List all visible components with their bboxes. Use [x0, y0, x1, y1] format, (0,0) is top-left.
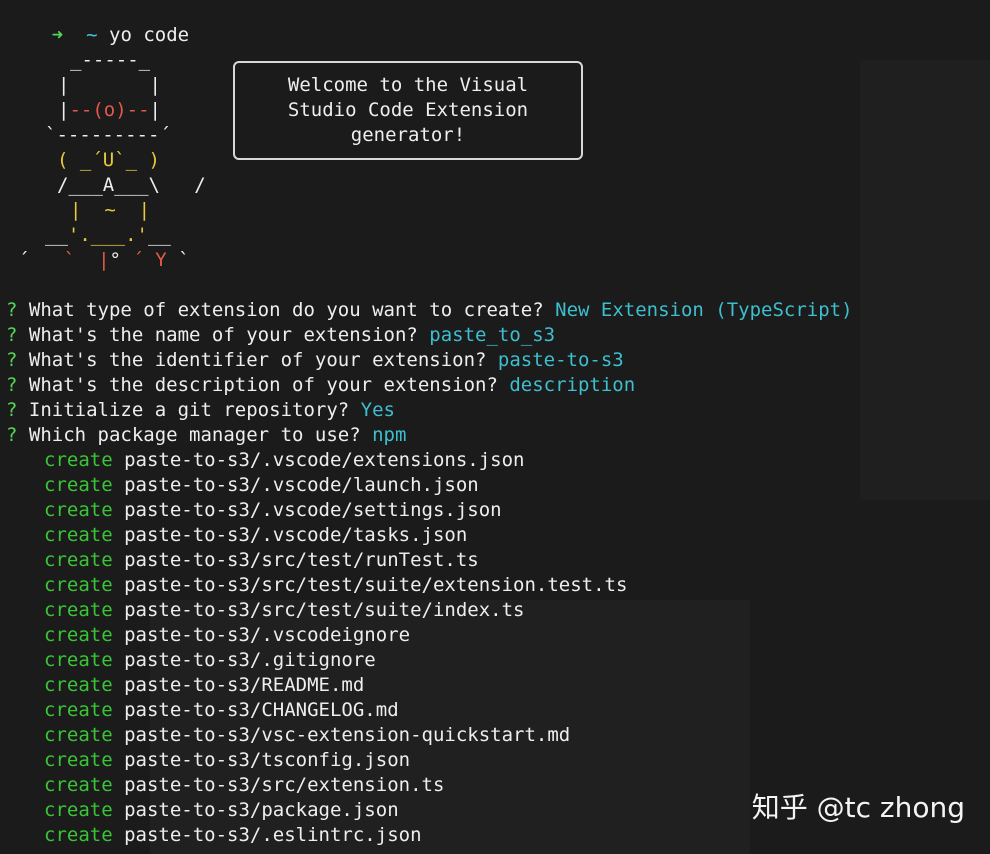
question-mark-icon: ? — [6, 424, 18, 446]
background-window-shadow — [860, 60, 990, 500]
question-mark-icon: ? — [6, 399, 18, 421]
welcome-line: Studio Code Extension — [287, 99, 529, 121]
question-line: ? What's the identifier of your extensio… — [6, 348, 624, 373]
question-text: What type of extension do you want to cr… — [28, 299, 544, 321]
create-line: create paste-to-s3/src/test/suite/extens… — [44, 573, 627, 598]
create-line: create paste-to-s3/src/extension.ts — [44, 773, 444, 798]
answer-text: New Extension (TypeScript) — [555, 299, 853, 321]
create-label: create — [44, 799, 113, 821]
file-path: paste-to-s3/README.md — [124, 674, 365, 696]
question-line: ? Which package manager to use? npm — [6, 423, 406, 448]
question-text: What's the identifier of your extension? — [28, 349, 487, 371]
create-line: create paste-to-s3/src/test/runTest.ts — [44, 548, 479, 573]
file-path: paste-to-s3/src/test/runTest.ts — [124, 549, 479, 571]
file-path: paste-to-s3/src/test/suite/extension.tes… — [124, 574, 628, 596]
file-path: paste-to-s3/.vscode/settings.json — [124, 499, 502, 521]
file-path: paste-to-s3/.vscode/tasks.json — [124, 524, 468, 546]
create-label: create — [44, 674, 113, 696]
welcome-line: Welcome to the Visual — [287, 74, 529, 96]
welcome-line: generator! — [350, 124, 466, 146]
question-mark-icon: ? — [6, 299, 18, 321]
question-text: What's the name of your extension? — [28, 324, 418, 346]
welcome-message-box: Welcome to the Visual Studio Code Extens… — [233, 61, 583, 160]
create-label: create — [44, 699, 113, 721]
question-text: Which package manager to use? — [28, 424, 361, 446]
file-path: paste-to-s3/CHANGELOG.md — [124, 699, 399, 721]
answer-text: description — [509, 374, 636, 396]
create-line: create paste-to-s3/tsconfig.json — [44, 748, 410, 773]
create-label: create — [44, 524, 113, 546]
create-label: create — [44, 574, 113, 596]
create-label: create — [44, 824, 113, 846]
watermark: 知乎 @tc zhong — [751, 791, 965, 824]
question-mark-icon: ? — [6, 324, 18, 346]
create-line: create paste-to-s3/README.md — [44, 673, 364, 698]
create-line: create paste-to-s3/.vscodeignore — [44, 623, 410, 648]
command-line: ➜ ~ yo code — [6, 0, 189, 46]
file-path: paste-to-s3/.eslintrc.json — [124, 824, 422, 846]
question-line: ? Initialize a git repository? Yes — [6, 398, 395, 423]
create-line: create paste-to-s3/.vscode/extensions.js… — [44, 448, 524, 473]
file-path: paste-to-s3/vsc-extension-quickstart.md — [124, 724, 571, 746]
prompt-arrow-icon: ➜ — [51, 24, 64, 46]
answer-text: paste_to_s3 — [429, 324, 556, 346]
cwd: ~ — [86, 24, 98, 46]
question-text: Initialize a git repository? — [28, 399, 350, 421]
question-line: ? What's the name of your extension? pas… — [6, 323, 555, 348]
file-path: paste-to-s3/.vscodeignore — [124, 624, 411, 646]
file-path: paste-to-s3/src/test/suite/index.ts — [124, 599, 525, 621]
create-line: create paste-to-s3/.gitignore — [44, 648, 376, 673]
question-mark-icon: ? — [6, 349, 18, 371]
create-label: create — [44, 649, 113, 671]
file-path: paste-to-s3/.vscode/launch.json — [124, 474, 479, 496]
create-line: create paste-to-s3/.vscode/settings.json — [44, 498, 502, 523]
create-line: create paste-to-s3/vsc-extension-quickst… — [44, 723, 570, 748]
answer-text: Yes — [360, 399, 395, 421]
create-label: create — [44, 774, 113, 796]
file-path: paste-to-s3/package.json — [124, 799, 399, 821]
answer-text: paste-to-s3 — [497, 349, 624, 371]
create-line: create paste-to-s3/CHANGELOG.md — [44, 698, 399, 723]
question-line: ? What type of extension do you want to … — [6, 298, 853, 323]
file-path: paste-to-s3/src/extension.ts — [124, 774, 445, 796]
create-line: create paste-to-s3/.eslintrc.json — [44, 823, 422, 848]
question-mark-icon: ? — [6, 374, 18, 396]
answer-text: npm — [372, 424, 407, 446]
create-line: create paste-to-s3/.vscode/launch.json — [44, 473, 479, 498]
create-label: create — [44, 749, 113, 771]
file-path: paste-to-s3/.vscode/extensions.json — [124, 449, 525, 471]
file-path: paste-to-s3/.gitignore — [124, 649, 376, 671]
create-label: create — [44, 624, 113, 646]
create-line: create paste-to-s3/src/test/suite/index.… — [44, 598, 524, 623]
file-path: paste-to-s3/tsconfig.json — [124, 749, 411, 771]
create-label: create — [44, 449, 113, 471]
create-label: create — [44, 599, 113, 621]
question-text: What's the description of your extension… — [28, 374, 498, 396]
create-label: create — [44, 549, 113, 571]
create-line: create paste-to-s3/package.json — [44, 798, 399, 823]
create-label: create — [44, 474, 113, 496]
create-line: create paste-to-s3/.vscode/tasks.json — [44, 523, 467, 548]
create-label: create — [44, 499, 113, 521]
question-line: ? What's the description of your extensi… — [6, 373, 635, 398]
create-label: create — [44, 724, 113, 746]
command-text: yo code — [109, 24, 190, 46]
